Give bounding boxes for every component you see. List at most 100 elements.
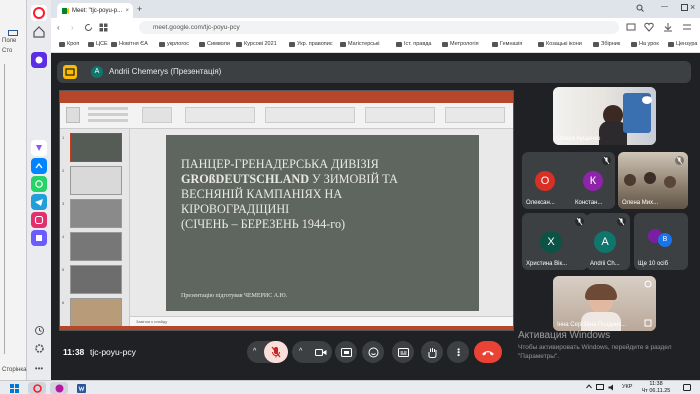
start-button[interactable]	[5, 382, 23, 394]
taskbar-opera[interactable]	[28, 382, 46, 394]
more-options-button[interactable]: •••	[447, 341, 469, 363]
participant-tile[interactable]: A Andrii Ch...	[586, 213, 630, 270]
back-icon[interactable]: ‹	[57, 23, 60, 32]
participant-tile[interactable]: Олена Мих...	[618, 152, 688, 209]
bookmark-label: Укр. правопис	[297, 41, 333, 47]
settings-icon[interactable]	[31, 340, 47, 356]
tile-menu-icon[interactable]	[644, 280, 652, 288]
participant-tile[interactable]: К Констан...	[571, 152, 615, 209]
speed-dial-icon[interactable]	[99, 23, 108, 32]
reactions-button[interactable]	[362, 341, 384, 363]
opera-logo-icon[interactable]	[31, 5, 47, 21]
instagram-icon[interactable]	[31, 212, 47, 228]
bookmark-item[interactable]: Збірник	[593, 41, 620, 47]
tray-chevron-icon[interactable]	[586, 384, 592, 389]
maximize-icon[interactable]	[681, 4, 688, 11]
search-tabs-icon[interactable]	[636, 4, 644, 12]
bookmark-item[interactable]: На урок	[631, 41, 659, 47]
participant-tile[interactable]: Х Христина Вік...	[522, 213, 588, 270]
easy-setup-icon[interactable]	[682, 22, 692, 32]
minimize-icon[interactable]: —	[661, 3, 668, 10]
mic-off-icon	[575, 217, 584, 226]
captions-button[interactable]	[392, 341, 414, 363]
forward-icon[interactable]: ›	[71, 23, 74, 32]
bookmark-item[interactable]: Новітня ЄА	[111, 41, 148, 47]
slide-thumbnail[interactable]	[70, 133, 122, 162]
slide-thumbnail[interactable]	[70, 298, 122, 327]
reload-icon[interactable]	[84, 23, 93, 32]
new-tab-icon[interactable]: +	[137, 4, 142, 14]
bookmark-item[interactable]: Цензура	[668, 41, 697, 47]
more-options-icon[interactable]: •••	[642, 94, 652, 104]
mic-control: ^	[247, 341, 288, 363]
current-slide: ПАНЦЕР-ГРЕНАДЕРСЬКА ДИВІЗІЯ GROßDEUTSCHL…	[166, 135, 479, 311]
bookmark-label: Метрологія	[450, 41, 479, 47]
tab-close-icon[interactable]: ×	[125, 8, 129, 14]
leave-call-button[interactable]	[474, 341, 502, 363]
chevron-up-icon[interactable]: ^	[299, 348, 302, 355]
extension-icon[interactable]	[31, 230, 47, 246]
participant-tile[interactable]: ••• Олеся Кущенко	[553, 87, 656, 145]
language-indicator[interactable]: УКР	[622, 384, 632, 390]
url-field[interactable]: meet.google.com/tjc-poyu-pcy	[139, 21, 619, 34]
tray-clock[interactable]: 11:38 Чт 06.11.25	[639, 381, 673, 394]
bookmark-label: Іст. правда	[404, 41, 432, 47]
more-participants-tile[interactable]: B Ще 10 осіб	[634, 213, 688, 270]
aria-ai-icon[interactable]	[31, 52, 47, 68]
download-icon[interactable]	[663, 22, 673, 32]
bookmark-item[interactable]: Курсові 2021	[236, 41, 277, 47]
taskbar-app[interactable]	[50, 382, 68, 394]
messenger-icon[interactable]	[31, 158, 47, 174]
window-close-icon[interactable]: ×	[690, 2, 695, 12]
bookmark-label: Новітня ЄА	[119, 41, 148, 47]
mic-off-icon	[675, 156, 684, 165]
slide-title-line: У ЗИМОВІЙ ТА	[309, 172, 398, 186]
slide-thumbnail[interactable]	[70, 232, 122, 261]
present-button[interactable]	[335, 341, 357, 363]
telegram-icon[interactable]	[31, 194, 47, 210]
bookmark-item[interactable]: Символи	[199, 41, 230, 47]
whatsapp-icon[interactable]	[31, 176, 47, 192]
chevron-up-icon[interactable]: ^	[253, 348, 256, 355]
bookmark-item[interactable]: Укр. правопис	[289, 41, 333, 47]
pin-icon[interactable]	[644, 319, 652, 327]
tab-meet[interactable]: Meet: "tjc-poyu-p... ×	[57, 3, 133, 18]
slide-thumbnail[interactable]	[70, 199, 122, 228]
bookmark-item[interactable]: Кроп	[59, 41, 79, 47]
slide-thumbnail[interactable]	[70, 265, 122, 294]
participant-tile[interactable]: Інна Сергіївна Поздник...	[553, 276, 656, 331]
bookmark-label: Цензура	[676, 41, 698, 47]
ppt-notes[interactable]: Замітки к слайду	[130, 316, 513, 326]
word-doc-icon[interactable]	[8, 30, 18, 36]
bookmark-item[interactable]: Магістерські	[340, 41, 380, 47]
network-icon[interactable]	[596, 384, 604, 391]
bookmark-item[interactable]: Іст. правда	[396, 41, 431, 47]
participant-avatar: Х	[540, 231, 562, 253]
slide-title-line: КІРОВОГРАДЩИНІ	[181, 202, 290, 216]
taskbar-word[interactable]	[72, 382, 90, 394]
bookmark-item[interactable]: ЦСЕ	[88, 41, 108, 47]
bookmark-label: Кроп	[67, 41, 80, 47]
home-icon[interactable]	[31, 24, 47, 40]
folder-icon	[236, 41, 242, 47]
opera-store-icon[interactable]	[31, 140, 47, 156]
mic-off-button[interactable]	[264, 341, 288, 363]
bookmark-heart-icon[interactable]	[644, 22, 654, 32]
slide-thumbnail[interactable]	[70, 166, 122, 195]
bookmark-item[interactable]: укрлогос	[159, 41, 189, 47]
history-icon[interactable]	[31, 322, 47, 338]
bookmark-label: Магістерські	[348, 41, 380, 47]
bookmark-label: Козацькі ікони	[546, 41, 582, 47]
ppt-statusbar	[60, 326, 513, 330]
more-dots-icon[interactable]: •••	[31, 360, 47, 376]
raise-hand-button[interactable]	[421, 341, 443, 363]
notifications-icon[interactable]	[683, 384, 691, 392]
windows-activation-title: Активация Windows	[518, 330, 611, 341]
volume-icon[interactable]	[608, 384, 616, 391]
shared-screen: 1 2 3 4 5 6 ПАНЦЕР-ГРЕНАДЕРСЬКА ДИВІЗІЯ …	[59, 90, 514, 331]
bookmark-item[interactable]: Метрологія	[442, 41, 479, 47]
camera-button[interactable]	[310, 341, 332, 363]
bookmark-item[interactable]: Козацькі ікони	[538, 41, 582, 47]
screenshot-icon[interactable]	[626, 22, 636, 32]
bookmark-item[interactable]: Гемназія	[492, 41, 522, 47]
